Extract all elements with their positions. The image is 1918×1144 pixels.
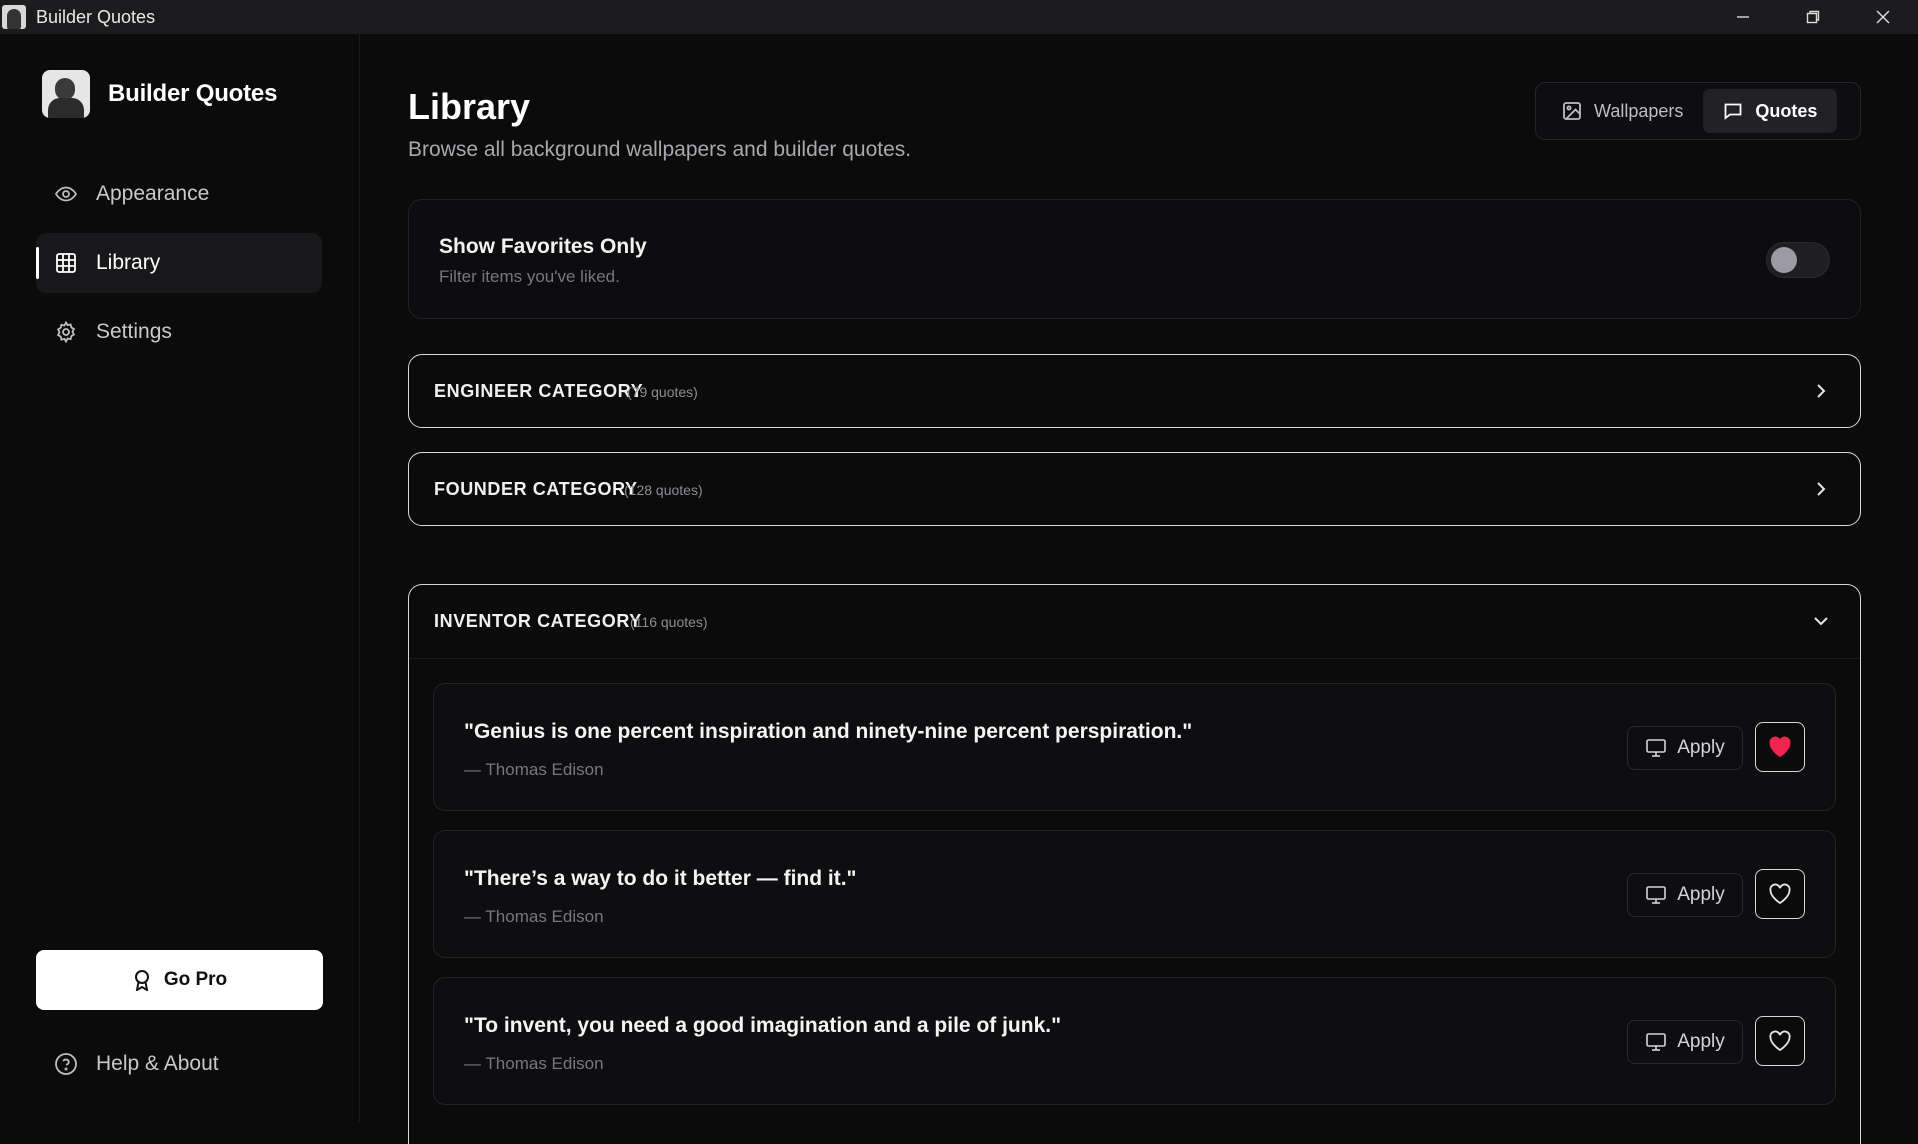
help-icon — [55, 1053, 77, 1075]
page-title: Library — [408, 86, 531, 127]
quote-card: "To invent, you need a good imagination … — [433, 977, 1836, 1105]
favorites-filter-title: Show Favorites Only — [439, 235, 647, 258]
tab-label: Quotes — [1755, 100, 1818, 121]
sidebar: Builder Quotes Appearance Library Settin… — [0, 34, 360, 1122]
category-inventor: INVENTOR CATEGORY (116 quotes) "Genius i… — [408, 584, 1861, 1144]
sidebar-item-label: Settings — [96, 320, 172, 343]
quote-card: "There’s a way to do it better — find it… — [433, 830, 1836, 958]
heart-icon — [1769, 1030, 1791, 1052]
help-about-label: Help & About — [96, 1052, 219, 1075]
tab-quotes[interactable]: Quotes — [1703, 89, 1838, 133]
go-pro-button[interactable]: Go Pro — [36, 950, 323, 1010]
apply-label: Apply — [1677, 884, 1725, 905]
monitor-icon — [1646, 739, 1667, 757]
heart-filled-icon — [1769, 736, 1791, 758]
apply-button[interactable]: Apply — [1627, 726, 1743, 770]
image-icon — [1563, 102, 1581, 120]
go-pro-label: Go Pro — [163, 969, 228, 990]
category-count: (79 quotes) — [627, 384, 698, 400]
message-icon — [1724, 103, 1742, 120]
restore-button[interactable] — [1778, 0, 1848, 34]
favorites-toggle[interactable] — [1766, 242, 1830, 278]
chevron-right-icon — [1810, 478, 1832, 505]
app-icon — [2, 5, 26, 29]
monitor-icon — [1646, 1033, 1667, 1051]
favorite-button[interactable] — [1755, 722, 1805, 772]
heart-icon — [1769, 883, 1791, 905]
brand-logo — [42, 70, 90, 118]
tab-label: Wallpapers — [1594, 100, 1684, 121]
category-count: (128 quotes) — [624, 482, 703, 498]
monitor-icon — [1646, 886, 1667, 904]
main-content: Library Browse all background wallpapers… — [360, 34, 1918, 1144]
quote-text: "There’s a way to do it better — find it… — [464, 867, 857, 890]
gear-icon — [54, 320, 78, 344]
favorite-button[interactable] — [1755, 1016, 1805, 1066]
help-about-link[interactable]: Help & About — [54, 1052, 219, 1076]
apply-label: Apply — [1677, 737, 1725, 758]
chevron-down-icon — [1810, 610, 1832, 637]
sidebar-item-library[interactable]: Library — [36, 233, 322, 293]
quote-author: — Thomas Edison — [464, 760, 604, 779]
favorites-filter-card: Show Favorites Only Filter items you've … — [408, 199, 1861, 319]
close-icon — [1876, 10, 1890, 24]
quote-text: "Genius is one percent inspiration and n… — [464, 720, 1193, 743]
apply-label: Apply — [1677, 1031, 1725, 1052]
award-icon — [134, 970, 149, 991]
page-subtitle: Browse all background wallpapers and bui… — [408, 138, 912, 161]
category-founder[interactable]: FOUNDER CATEGORY (128 quotes) — [408, 452, 1861, 526]
quote-text: "To invent, you need a good imagination … — [464, 1014, 1062, 1037]
quote-card: "Genius is one percent inspiration and n… — [433, 683, 1836, 811]
category-engineer[interactable]: ENGINEER CATEGORY (79 quotes) — [408, 354, 1861, 428]
close-button[interactable] — [1848, 0, 1918, 34]
chevron-right-icon — [1810, 380, 1832, 407]
category-name: FOUNDER CATEGORY — [434, 479, 638, 499]
favorites-filter-subtitle: Filter items you've liked. — [439, 267, 620, 286]
title-bar: Builder Quotes — [0, 0, 1918, 34]
brand-name: Builder Quotes — [108, 80, 278, 107]
sidebar-item-label: Appearance — [96, 182, 210, 205]
sidebar-item-label: Library — [96, 251, 161, 274]
apply-button[interactable]: Apply — [1627, 1020, 1743, 1064]
category-count: (116 quotes) — [630, 614, 708, 630]
toggle-knob — [1771, 247, 1797, 273]
favorite-button[interactable] — [1755, 869, 1805, 919]
quote-author: — Thomas Edison — [464, 907, 604, 926]
window-title: Builder Quotes — [36, 6, 156, 27]
category-header[interactable]: INVENTOR CATEGORY (116 quotes) — [409, 585, 1860, 659]
restore-icon — [1806, 10, 1820, 24]
category-name: ENGINEER CATEGORY — [434, 381, 644, 401]
apply-button[interactable]: Apply — [1627, 873, 1743, 917]
brand[interactable]: Builder Quotes — [42, 70, 277, 118]
minimize-icon — [1737, 16, 1749, 18]
category-name: INVENTOR CATEGORY — [434, 611, 642, 631]
grid-icon — [54, 251, 78, 275]
sidebar-item-settings[interactable]: Settings — [36, 302, 322, 362]
tab-wallpapers[interactable]: Wallpapers — [1542, 89, 1703, 133]
view-switcher: Wallpapers Quotes — [1535, 82, 1861, 140]
quote-author: — Thomas Edison — [464, 1054, 604, 1073]
eye-icon — [54, 182, 78, 206]
sidebar-item-appearance[interactable]: Appearance — [36, 164, 322, 224]
minimize-button[interactable] — [1708, 0, 1778, 34]
